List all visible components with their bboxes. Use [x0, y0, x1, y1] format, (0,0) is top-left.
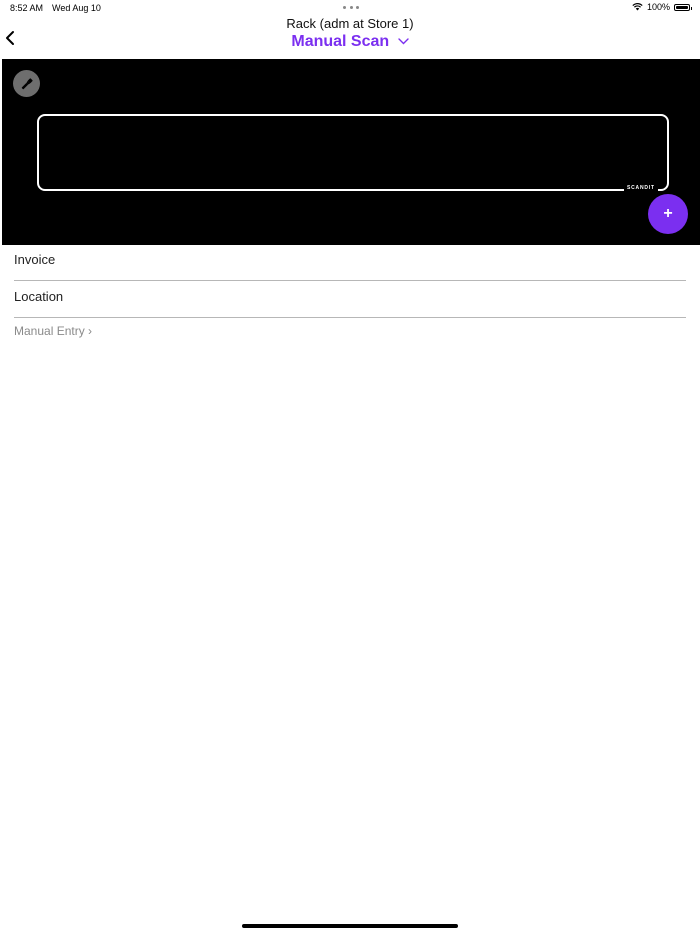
location-field[interactable] — [14, 282, 686, 318]
multitasking-dots-icon[interactable] — [343, 6, 359, 10]
invoice-input[interactable] — [14, 252, 686, 267]
scan-viewfinder — [37, 114, 669, 191]
wifi-icon — [632, 3, 643, 11]
status-right-group: 100% — [632, 2, 692, 12]
battery-icon — [674, 3, 692, 11]
flashlight-icon — [21, 77, 33, 89]
plus-icon: + — [663, 205, 673, 222]
battery-percent: 100% — [646, 2, 670, 12]
location-input[interactable] — [14, 289, 686, 304]
navigation-bar: Rack (adm at Store 1) Manual Scan — [0, 14, 700, 58]
scandit-logo: SCANDIT — [624, 185, 658, 191]
status-time: 8:52 AM — [10, 3, 44, 13]
invoice-field[interactable] — [14, 245, 686, 281]
scan-mode-selector[interactable]: Manual Scan — [0, 33, 700, 51]
manual-entry-link[interactable]: Manual Entry › — [14, 324, 92, 338]
add-button[interactable]: + — [648, 194, 688, 234]
flashlight-button[interactable] — [13, 70, 40, 97]
camera-preview: SCANDIT + — [2, 59, 700, 245]
status-date: Wed Aug 10 — [52, 3, 101, 13]
chevron-down-icon — [397, 38, 409, 45]
home-indicator[interactable] — [242, 924, 458, 928]
battery-fill — [676, 5, 688, 9]
nav-title: Manual Scan — [291, 33, 390, 50]
nav-subtitle: Rack (adm at Store 1) — [286, 16, 414, 31]
